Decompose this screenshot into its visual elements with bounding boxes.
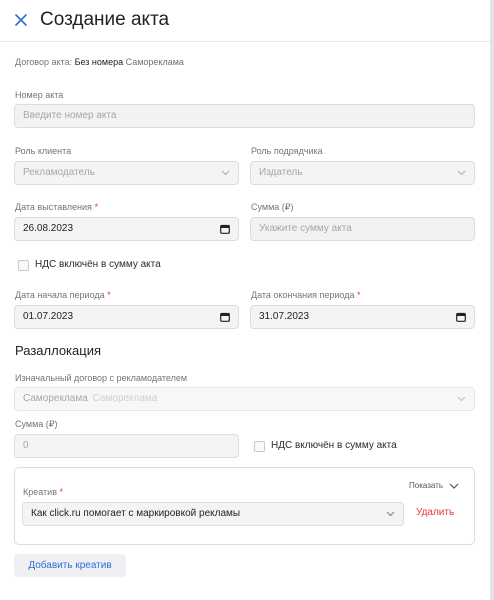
vat-checkbox-label: НДС включён в сумму акта (35, 259, 161, 270)
modal-header: Создание акта (0, 0, 494, 42)
chevron-down-icon (221, 170, 230, 176)
contract-label: Договор акта: (15, 57, 73, 67)
contract-info: Договор акта: Без номера Самореклама (15, 57, 184, 67)
period-start-value: 01.07.2023 (23, 311, 74, 322)
close-icon[interactable] (13, 12, 29, 28)
client-role-value: Рекламодатель (23, 167, 95, 178)
period-end-value: 31.07.2023 (259, 311, 310, 322)
required-mark: * (107, 290, 111, 300)
chevron-down-icon (457, 396, 466, 402)
contractor-role-select[interactable]: Издатель (250, 161, 475, 185)
period-start-label: Дата начала периода * (15, 290, 111, 300)
required-mark: * (94, 202, 98, 212)
client-role-select[interactable]: Рекламодатель (14, 161, 239, 185)
required-mark: * (59, 487, 64, 497)
creative-value: Как click.ru помогает с маркировкой рекл… (31, 508, 241, 519)
reallocation-vat-label: НДС включён в сумму акта (271, 440, 397, 451)
contractor-role-value: Издатель (259, 167, 303, 178)
reallocation-amount-input[interactable]: 0 (14, 434, 239, 458)
scrollbar[interactable] (490, 0, 494, 600)
creative-select[interactable]: Как click.ru помогает с маркировкой рекл… (22, 502, 404, 526)
act-number-label: Номер акта (15, 90, 64, 100)
original-contract-sub: Самореклама (92, 393, 158, 404)
issue-date-label: Дата выставления * (15, 202, 98, 212)
amount-input[interactable]: Укажите сумму акта (250, 217, 475, 241)
issue-date-value: 26.08.2023 (23, 223, 74, 234)
original-contract-select[interactable]: Самореклама Самореклама (14, 387, 475, 411)
vat-checkbox[interactable] (18, 260, 29, 271)
chevron-down-icon (386, 511, 395, 517)
reallocation-amount-label: Сумма (₽) (15, 419, 58, 429)
chevron-down-icon (449, 483, 459, 489)
page-title: Создание акта (40, 9, 170, 30)
period-end-input[interactable]: 31.07.2023 (250, 305, 475, 329)
act-number-input[interactable]: Введите номер акта (14, 104, 475, 128)
add-creative-button[interactable]: Добавить креатив (14, 554, 126, 577)
contract-number: Без номера (74, 57, 124, 67)
contract-type: Самореклама (125, 57, 184, 67)
delete-creative-button[interactable]: Удалить (416, 507, 454, 518)
chevron-down-icon (457, 170, 466, 176)
period-end-label: Дата окончания периода * (251, 290, 361, 300)
amount-label: Сумма (₽) (251, 202, 294, 212)
calendar-icon[interactable] (220, 224, 230, 234)
calendar-icon[interactable] (456, 312, 466, 322)
issue-date-input[interactable]: 26.08.2023 (14, 217, 239, 241)
original-contract-label: Изначальный договор с рекламодателем (15, 373, 188, 383)
show-toggle[interactable]: Показать (409, 481, 459, 490)
client-role-label: Роль клиента (15, 146, 72, 156)
original-contract-value: Самореклама (23, 393, 88, 404)
contractor-role-label: Роль подрядчика (251, 146, 323, 156)
creative-label: Креатив * (23, 487, 64, 497)
required-mark: * (357, 290, 361, 300)
calendar-icon[interactable] (220, 312, 230, 322)
reallocation-vat-checkbox[interactable] (254, 441, 265, 452)
show-toggle-label: Показать (409, 481, 444, 490)
period-start-input[interactable]: 01.07.2023 (14, 305, 239, 329)
reallocation-title: Разаллокация (15, 343, 102, 358)
